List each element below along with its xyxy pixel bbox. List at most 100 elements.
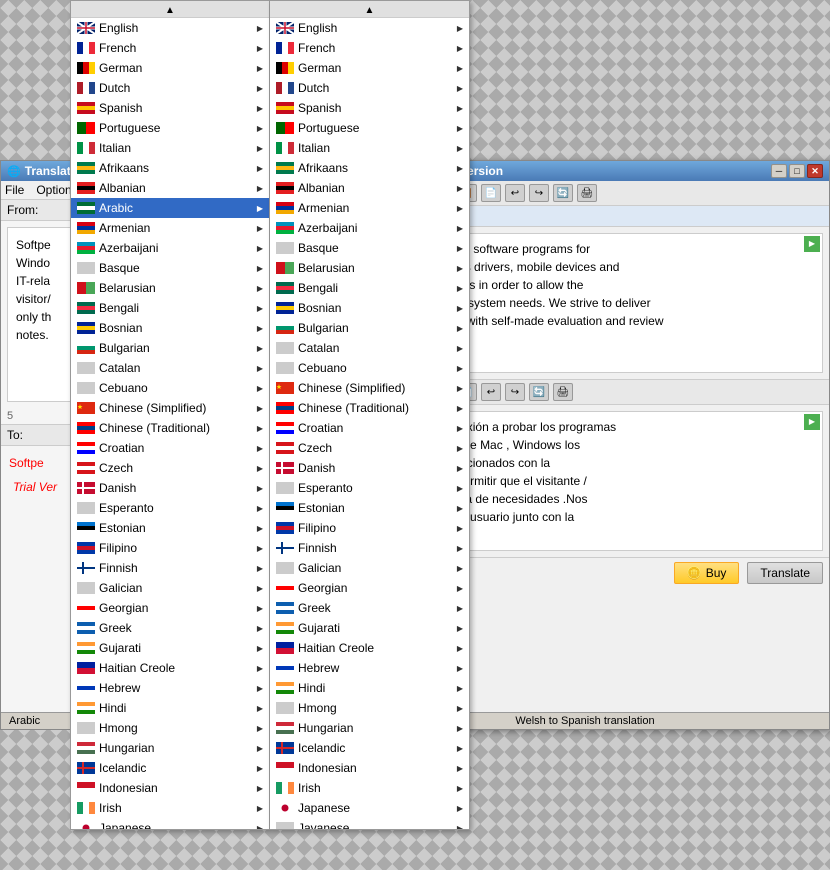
left-menu-item-catalan[interactable]: Catalan▶ [71,358,269,378]
right-menu-item-french[interactable]: French▶ [270,38,469,58]
right-menu-item-czech[interactable]: Czech▶ [270,438,469,458]
right-menu-item-spanish[interactable]: Spanish▶ [270,98,469,118]
right-menu-item-english[interactable]: English▶ [270,18,469,38]
buy-button[interactable]: 🪙 Buy [674,562,740,584]
right-menu-item-catalan[interactable]: Catalan▶ [270,338,469,358]
left-menu-item-bulgarian[interactable]: Bulgarian▶ [71,338,269,358]
right-menu-item-irish[interactable]: Irish▶ [270,778,469,798]
left-menu-item-georgian[interactable]: Georgian▶ [71,598,269,618]
left-menu-item-azerbaijani[interactable]: Azerbaijani▶ [71,238,269,258]
right-menu-item-croatian[interactable]: Croatian▶ [270,418,469,438]
left-menu-item-dutch[interactable]: Dutch▶ [71,78,269,98]
left-menu-item-spanish[interactable]: Spanish▶ [71,98,269,118]
scroll-up-left[interactable]: ▲ [165,5,175,16]
left-menu-item-greek[interactable]: Greek▶ [71,618,269,638]
right-menu-item-estonian[interactable]: Estonian▶ [270,498,469,518]
right-menu-item-haitian-creole[interactable]: Haitian Creole▶ [270,638,469,658]
right-menu-item-german[interactable]: German▶ [270,58,469,78]
right-menu-item-icelandic[interactable]: Icelandic▶ [270,738,469,758]
right-menu-item-javanese[interactable]: Javanese▶ [270,818,469,830]
scroll-up-right[interactable]: ▲ [365,5,375,16]
right-menu-item-gujarati[interactable]: Gujarati▶ [270,618,469,638]
left-menu-item-bosnian[interactable]: Bosnian▶ [71,318,269,338]
right-menu-item-esperanto[interactable]: Esperanto▶ [270,478,469,498]
refresh-icon-2[interactable]: 🔄 [529,383,549,401]
left-menu-item-arabic[interactable]: Arabic▶ [71,198,269,218]
right-menu-item-armenian[interactable]: Armenian▶ [270,198,469,218]
print-icon[interactable]: 🖨 [577,184,597,202]
left-menu-item-albanian[interactable]: Albanian▶ [71,178,269,198]
minimize-button[interactable]: ─ [771,164,787,178]
right-menu-item-hebrew[interactable]: Hebrew▶ [270,658,469,678]
redo-icon-2[interactable]: ↪ [505,383,525,401]
left-menu-item-hmong[interactable]: Hmong▶ [71,718,269,738]
right-menu-item-chinese-(traditional)[interactable]: Chinese (Traditional)▶ [270,398,469,418]
left-menu-item-armenian[interactable]: Armenian▶ [71,218,269,238]
right-menu-item-bosnian[interactable]: Bosnian▶ [270,298,469,318]
left-menu-item-estonian[interactable]: Estonian▶ [71,518,269,538]
right-menu-item-portuguese[interactable]: Portuguese▶ [270,118,469,138]
right-menu-item-hungarian[interactable]: Hungarian▶ [270,718,469,738]
redo-icon[interactable]: ↪ [529,184,549,202]
left-menu-item-german[interactable]: German▶ [71,58,269,78]
maximize-button[interactable]: □ [789,164,805,178]
right-menu-item-danish[interactable]: Danish▶ [270,458,469,478]
right-menu-item-hmong[interactable]: Hmong▶ [270,698,469,718]
left-menu-item-haitian-creole[interactable]: Haitian Creole▶ [71,658,269,678]
left-menu-item-basque[interactable]: Basque▶ [71,258,269,278]
left-menu-item-afrikaans[interactable]: Afrikaans▶ [71,158,269,178]
left-menu-item-irish[interactable]: Irish▶ [71,798,269,818]
undo-icon[interactable]: ↩ [505,184,525,202]
right-menu-item-bulgarian[interactable]: Bulgarian▶ [270,318,469,338]
right-menu-item-belarusian[interactable]: Belarusian▶ [270,258,469,278]
left-menu-item-japanese[interactable]: Japanese▶ [71,818,269,830]
left-menu-item-belarusian[interactable]: Belarusian▶ [71,278,269,298]
right-menu-item-albanian[interactable]: Albanian▶ [270,178,469,198]
left-menu-item-icelandic[interactable]: Icelandic▶ [71,758,269,778]
left-menu-item-finnish[interactable]: Finnish▶ [71,558,269,578]
right-menu-item-cebuano[interactable]: Cebuano▶ [270,358,469,378]
play-button-top[interactable]: ▶ [804,236,820,252]
close-button[interactable]: ✕ [807,164,823,178]
right-menu-item-afrikaans[interactable]: Afrikaans▶ [270,158,469,178]
undo-icon-2[interactable]: ↩ [481,383,501,401]
left-menu-item-portuguese[interactable]: Portuguese▶ [71,118,269,138]
left-menu-item-gujarati[interactable]: Gujarati▶ [71,638,269,658]
left-menu-item-bengali[interactable]: Bengali▶ [71,298,269,318]
left-menu-item-chinese-(traditional)[interactable]: Chinese (Traditional)▶ [71,418,269,438]
left-menu-item-indonesian[interactable]: Indonesian▶ [71,778,269,798]
right-menu-item-finnish[interactable]: Finnish▶ [270,538,469,558]
right-menu-item-bengali[interactable]: Bengali▶ [270,278,469,298]
left-menu-items[interactable]: English▶French▶German▶Dutch▶Spanish▶Port… [71,18,269,830]
right-menu-item-georgian[interactable]: Georgian▶ [270,578,469,598]
left-menu-item-hungarian[interactable]: Hungarian▶ [71,738,269,758]
refresh-icon[interactable]: 🔄 [553,184,573,202]
left-menu-item-hebrew[interactable]: Hebrew▶ [71,678,269,698]
right-menu-item-indonesian[interactable]: Indonesian▶ [270,758,469,778]
left-menu-item-cebuano[interactable]: Cebuano▶ [71,378,269,398]
play-button-bottom[interactable]: ▶ [804,414,820,430]
right-menu-item-hindi[interactable]: Hindi▶ [270,678,469,698]
translate-button[interactable]: Translate [747,562,823,584]
menu-file[interactable]: File [5,183,24,197]
left-menu-item-galician[interactable]: Galician▶ [71,578,269,598]
left-menu-item-filipino[interactable]: Filipino▶ [71,538,269,558]
right-menu-item-galician[interactable]: Galician▶ [270,558,469,578]
left-menu-item-esperanto[interactable]: Esperanto▶ [71,498,269,518]
paste-icon[interactable]: 📄 [481,184,501,202]
left-menu-item-danish[interactable]: Danish▶ [71,478,269,498]
right-menu-item-azerbaijani[interactable]: Azerbaijani▶ [270,218,469,238]
left-menu-item-czech[interactable]: Czech▶ [71,458,269,478]
dropdown-menu-right[interactable]: ▲ English▶French▶German▶Dutch▶Spanish▶Po… [270,0,470,830]
right-menu-item-basque[interactable]: Basque▶ [270,238,469,258]
left-menu-item-chinese-(simplified)[interactable]: Chinese (Simplified)▶ [71,398,269,418]
left-menu-item-english[interactable]: English▶ [71,18,269,38]
left-menu-item-italian[interactable]: Italian▶ [71,138,269,158]
left-menu-item-french[interactable]: French▶ [71,38,269,58]
right-menu-item-greek[interactable]: Greek▶ [270,598,469,618]
right-menu-item-japanese[interactable]: Japanese▶ [270,798,469,818]
right-menu-item-filipino[interactable]: Filipino▶ [270,518,469,538]
right-menu-item-italian[interactable]: Italian▶ [270,138,469,158]
dropdown-menu-left[interactable]: ▲ English▶French▶German▶Dutch▶Spanish▶Po… [70,0,270,830]
right-menu-items[interactable]: English▶French▶German▶Dutch▶Spanish▶Port… [270,18,469,830]
